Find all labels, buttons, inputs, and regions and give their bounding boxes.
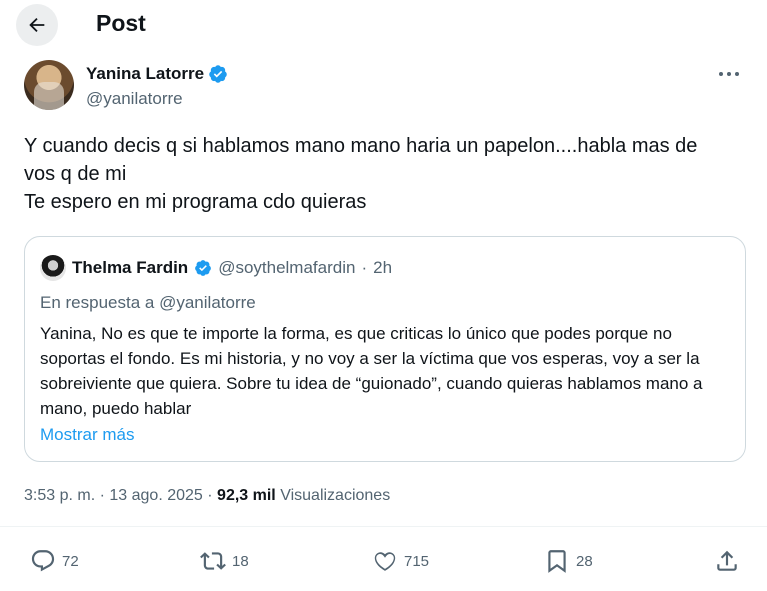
tweet-author: Yanina Latorre @yanilatorre [24, 60, 744, 112]
like-button[interactable]: 715 [372, 548, 429, 574]
back-button[interactable] [16, 4, 58, 46]
repost-icon [200, 552, 226, 570]
views-count: 92,3 mil [217, 487, 276, 504]
tweet-time[interactable]: 3:53 p. m. [24, 487, 95, 504]
separator-dot: · [361, 258, 368, 277]
repost-button[interactable]: 18 [200, 548, 249, 574]
like-count: 715 [404, 552, 430, 570]
meta-separator: · [99, 487, 110, 504]
avatar[interactable] [24, 60, 74, 110]
more-horizontal-icon [719, 72, 739, 76]
heart-icon [374, 552, 396, 571]
show-more-link[interactable]: Mostrar más [40, 425, 134, 445]
author-name-row[interactable]: Yanina Latorre [86, 64, 228, 84]
verified-badge-icon [195, 260, 212, 276]
reply-icon [31, 550, 55, 572]
page-header: Post [0, 0, 767, 50]
quoted-avatar [40, 255, 66, 281]
reply-context: En respuesta a @yanilatorre [40, 293, 256, 313]
bookmark-button[interactable]: 28 [544, 548, 593, 574]
action-bar: 72 18 715 28 [0, 548, 767, 580]
more-options-button[interactable] [714, 64, 744, 84]
quoted-text: Yanina, No es que te importe la forma, e… [40, 324, 703, 418]
divider [0, 526, 767, 527]
quoted-tweet[interactable]: Thelma Fardin @soythelmafardin · 2h En r… [24, 236, 746, 462]
tweet-text: Y cuando decis q si hablamos mano mano h… [24, 135, 698, 213]
reply-prefix: En respuesta a [40, 293, 155, 312]
tweet-meta: 3:53 p. m. · 13 ago. 2025 · 92,3 mil Vis… [24, 487, 390, 505]
quoted-age: 2h [373, 258, 393, 277]
verified-badge-icon [209, 65, 227, 83]
quoted-tweet-header: Thelma Fardin @soythelmafardin · 2h [40, 255, 392, 281]
repost-count: 18 [232, 552, 249, 570]
meta-separator: · [207, 487, 218, 504]
author-name[interactable]: Yanina Latorre [86, 64, 204, 84]
reply-count: 72 [62, 552, 79, 570]
views-label: Visualizaciones [280, 487, 391, 504]
share-button[interactable] [714, 548, 740, 574]
page-title: Post [96, 10, 146, 36]
bookmark-icon [548, 550, 566, 573]
quoted-author-handle: @soythelmafardin [218, 258, 356, 277]
reply-button[interactable]: 72 [30, 548, 79, 574]
arrow-left-icon [29, 17, 45, 33]
reply-handle-link[interactable]: @yanilatorre [159, 293, 256, 312]
bookmark-count: 28 [576, 552, 593, 570]
tweet-date[interactable]: 13 ago. 2025 [109, 487, 202, 504]
author-handle[interactable]: @yanilatorre [86, 89, 183, 109]
share-icon [717, 550, 737, 571]
quoted-author-name: Thelma Fardin [72, 258, 189, 277]
